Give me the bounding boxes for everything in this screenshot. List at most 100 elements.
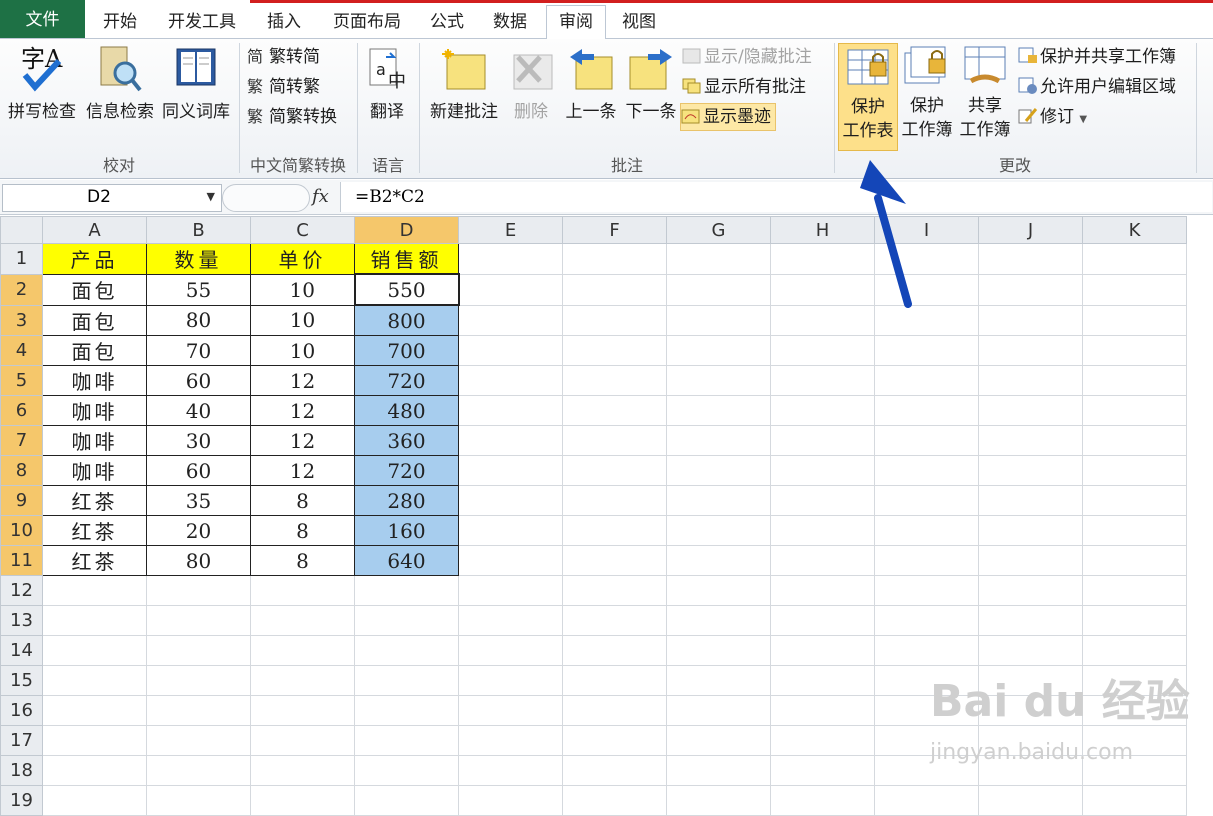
cell-d19[interactable] [354,785,459,816]
cell-g13[interactable] [666,605,771,636]
cell-g14[interactable] [666,635,771,666]
cell-a11[interactable]: 红茶 [42,545,147,576]
column-header-c[interactable]: C [250,216,355,244]
cell-b19[interactable] [146,785,251,816]
row-header-17[interactable]: 17 [0,725,43,756]
cell-d10[interactable]: 160 [354,515,459,546]
cell-d17[interactable] [354,725,459,756]
cell-c8[interactable]: 12 [250,455,355,486]
cell-f16[interactable] [562,695,667,726]
cell-i4[interactable] [874,335,979,366]
row-header-7[interactable]: 7 [0,425,43,456]
show-ink-button[interactable]: 显示墨迹 [680,103,776,131]
cell-f1[interactable] [562,243,667,275]
column-header-f[interactable]: F [562,216,667,244]
cell-i12[interactable] [874,575,979,606]
cell-a17[interactable] [42,725,147,756]
cell-c18[interactable] [250,755,355,786]
cell-k2[interactable] [1082,273,1187,306]
cell-e8[interactable] [458,455,563,486]
spelling-button[interactable]: 字A 拼写检查 [4,43,80,124]
cell-b11[interactable]: 80 [146,545,251,576]
cell-j1[interactable] [978,243,1083,275]
cell-k19[interactable] [1082,785,1187,816]
show-all-comments-button[interactable]: 显示所有批注 [682,74,806,100]
cell-f14[interactable] [562,635,667,666]
tab-formulas[interactable]: 公式 [425,6,469,38]
row-header-9[interactable]: 9 [0,485,43,516]
column-header-g[interactable]: G [666,216,771,244]
cell-i9[interactable] [874,485,979,516]
tab-file[interactable]: 文件 [0,0,85,38]
cell-a6[interactable]: 咖啡 [42,395,147,426]
cell-k6[interactable] [1082,395,1187,426]
cell-b17[interactable] [146,725,251,756]
row-header-16[interactable]: 16 [0,695,43,726]
formula-input[interactable]: =B2*C2 [340,182,1212,212]
cell-a2[interactable]: 面包 [42,273,147,306]
cell-d6[interactable]: 480 [354,395,459,426]
cell-e14[interactable] [458,635,563,666]
cell-j19[interactable] [978,785,1083,816]
cell-h17[interactable] [770,725,875,756]
cell-d4[interactable]: 700 [354,335,459,366]
cell-b3[interactable]: 80 [146,304,251,336]
cell-j14[interactable] [978,635,1083,666]
cell-g2[interactable] [666,273,771,306]
row-header-11[interactable]: 11 [0,545,43,576]
cell-c12[interactable] [250,575,355,606]
cell-g17[interactable] [666,725,771,756]
cell-h13[interactable] [770,605,875,636]
cell-f19[interactable] [562,785,667,816]
cell-i8[interactable] [874,455,979,486]
row-header-12[interactable]: 12 [0,575,43,606]
convert-button[interactable]: 繁简繁转换 [247,104,337,130]
cell-j9[interactable] [978,485,1083,516]
cell-c10[interactable]: 8 [250,515,355,546]
tab-review[interactable]: 审阅 [546,5,606,40]
row-header-5[interactable]: 5 [0,365,43,396]
cell-f2[interactable] [562,273,667,306]
formula-splitter[interactable] [222,184,310,212]
cell-f18[interactable] [562,755,667,786]
cell-k7[interactable] [1082,425,1187,456]
cell-f17[interactable] [562,725,667,756]
cell-h12[interactable] [770,575,875,606]
cell-g10[interactable] [666,515,771,546]
cell-k5[interactable] [1082,365,1187,396]
cell-e13[interactable] [458,605,563,636]
row-header-4[interactable]: 4 [0,335,43,366]
cell-a8[interactable]: 咖啡 [42,455,147,486]
cell-b15[interactable] [146,665,251,696]
cell-e9[interactable] [458,485,563,516]
research-button[interactable]: 信息检索 [82,43,158,124]
cell-k12[interactable] [1082,575,1187,606]
cell-k14[interactable] [1082,635,1187,666]
cell-g12[interactable] [666,575,771,606]
cell-f8[interactable] [562,455,667,486]
cell-h3[interactable] [770,304,875,336]
tab-insert[interactable]: 插入 [262,6,306,38]
dropdown-arrow-icon[interactable]: ▼ [1079,114,1087,125]
cell-k9[interactable] [1082,485,1187,516]
cell-c3[interactable]: 10 [250,304,355,336]
cell-f10[interactable] [562,515,667,546]
cell-b5[interactable]: 60 [146,365,251,396]
cell-e7[interactable] [458,425,563,456]
cell-i13[interactable] [874,605,979,636]
previous-comment-button[interactable]: 上一条 [562,47,620,124]
cell-e4[interactable] [458,335,563,366]
cell-a7[interactable]: 咖啡 [42,425,147,456]
cell-d15[interactable] [354,665,459,696]
cell-c19[interactable] [250,785,355,816]
cell-i7[interactable] [874,425,979,456]
row-header-18[interactable]: 18 [0,755,43,786]
cell-f15[interactable] [562,665,667,696]
cell-f4[interactable] [562,335,667,366]
cell-c13[interactable] [250,605,355,636]
cell-b9[interactable]: 35 [146,485,251,516]
row-header-1[interactable]: 1 [0,243,43,275]
cell-g4[interactable] [666,335,771,366]
cell-h9[interactable] [770,485,875,516]
cell-d13[interactable] [354,605,459,636]
